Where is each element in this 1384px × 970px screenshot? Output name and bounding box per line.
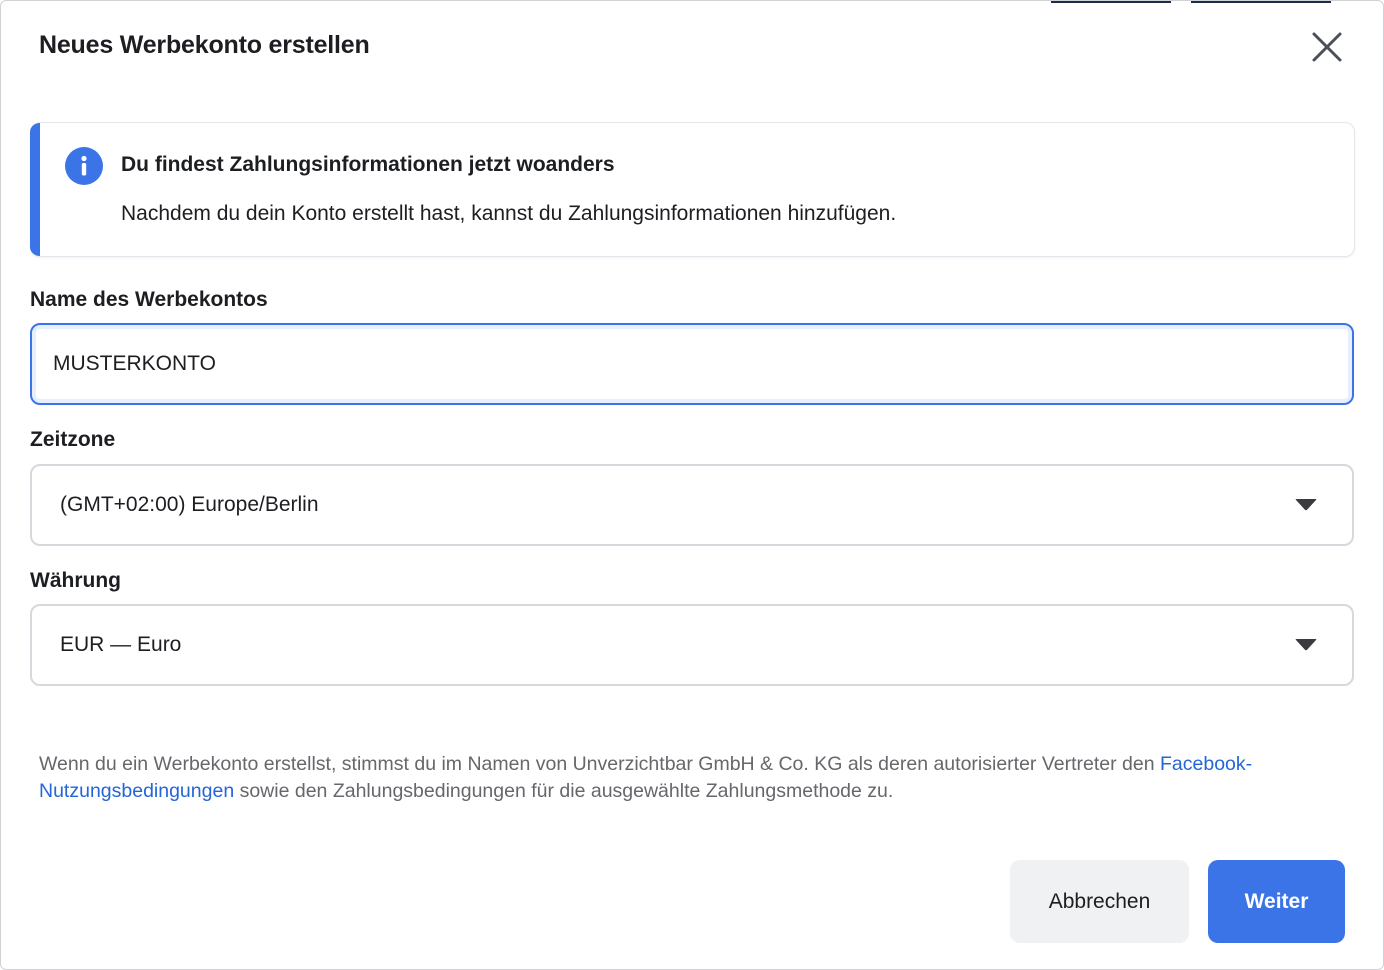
account-name-input[interactable] [53,352,1253,376]
legal-text: Wenn du ein Werbekonto erstellst, stimms… [39,753,1160,775]
background-strip [1051,1,1171,3]
account-name-field[interactable] [30,323,1354,405]
background-strip [1191,1,1331,3]
close-button[interactable] [1306,26,1348,68]
currency-select[interactable]: EUR — Euro [30,604,1354,686]
notice-body: Nachdem du dein Konto erstellt hast, kan… [121,202,897,225]
legal-notice: Wenn du ein Werbekonto erstellst, stimms… [39,751,1329,805]
timezone-value: (GMT+02:00) Europe/Berlin [60,493,319,516]
timezone-label: Zeitzone [30,428,116,451]
currency-value: EUR — Euro [60,633,182,656]
account-name-label: Name des Werbekontos [30,288,268,311]
chevron-down-icon [1295,639,1317,651]
close-icon [1312,32,1342,62]
next-button[interactable]: Weiter [1208,860,1345,943]
info-icon [65,147,103,185]
dialog-title: Neues Werbekonto erstellen [39,31,370,59]
currency-label: Währung [30,569,121,592]
cancel-button[interactable]: Abbrechen [1010,860,1189,943]
payment-info-notice: Du findest Zahlungsinformationen jetzt w… [30,122,1355,257]
chevron-down-icon [1295,499,1317,511]
timezone-select[interactable]: (GMT+02:00) Europe/Berlin [30,464,1354,546]
notice-heading: Du findest Zahlungsinformationen jetzt w… [121,153,615,176]
legal-text: sowie den Zahlungsbedingungen für die au… [234,780,894,802]
create-ad-account-dialog: Neues Werbekonto erstellen Du findest Za… [0,0,1384,970]
